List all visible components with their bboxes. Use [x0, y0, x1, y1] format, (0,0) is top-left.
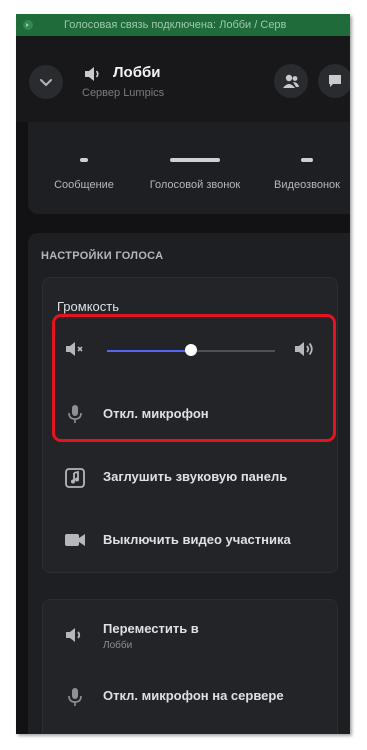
highlight-box — [52, 314, 336, 442]
voice-call-action[interactable]: Голосовой звонок — [140, 122, 250, 214]
voice-connected-banner[interactable]: Голосовая связь подключена: Лобби / Серв — [16, 14, 350, 36]
move-to-label: Переместить в — [103, 621, 199, 636]
mute-soundboard-label: Заглушить звуковую панель — [103, 469, 288, 484]
message-icon — [80, 158, 88, 162]
chat-button[interactable] — [318, 64, 350, 98]
voice-call-label: Голосовой звонок — [149, 179, 241, 191]
message-label: Сообщение — [54, 179, 114, 191]
collapse-button[interactable] — [29, 65, 63, 99]
server-mute-label: Откл. микрофон на сервере — [103, 688, 284, 703]
section-title: НАСТРОЙКИ ГОЛОСА — [41, 250, 164, 262]
speaker-icon — [66, 628, 81, 642]
volume-label: Громкость — [57, 299, 119, 314]
server-name: Сервер Lumpics — [82, 87, 165, 99]
speaker-channel-icon — [85, 67, 99, 81]
message-action[interactable]: Сообщение — [29, 122, 139, 214]
voice-connected-text: Голосовая связь подключена: Лобби / Серв — [64, 19, 287, 31]
header: Лобби Сервер Lumpics — [16, 36, 350, 122]
microphone-icon — [68, 688, 82, 706]
voice-connected-icon — [23, 20, 33, 30]
disable-video-label: Выключить видео участника — [103, 532, 291, 547]
members-icon — [283, 74, 299, 88]
video-call-label: Видеозвонок — [274, 179, 340, 191]
chevron-down-icon — [40, 79, 52, 87]
move-to-target: Лобби — [103, 640, 133, 651]
chat-icon — [329, 75, 341, 87]
members-button[interactable] — [274, 64, 308, 98]
video-camera-icon — [65, 534, 85, 546]
phone-icon — [170, 158, 220, 162]
video-icon — [301, 158, 313, 162]
channel-title: Лобби — [113, 64, 161, 81]
video-call-action[interactable]: Видеозвонок — [252, 122, 350, 214]
move-settings-group: Переместить в Лобби Откл. микрофон на се… — [42, 599, 338, 734]
quick-actions: Сообщение Голосовой звонок Видеозвонок — [28, 122, 350, 214]
soundboard-icon — [65, 468, 85, 488]
voice-settings-panel: НАСТРОЙКИ ГОЛОСА Громкость Откл. микрофо… — [28, 233, 350, 734]
